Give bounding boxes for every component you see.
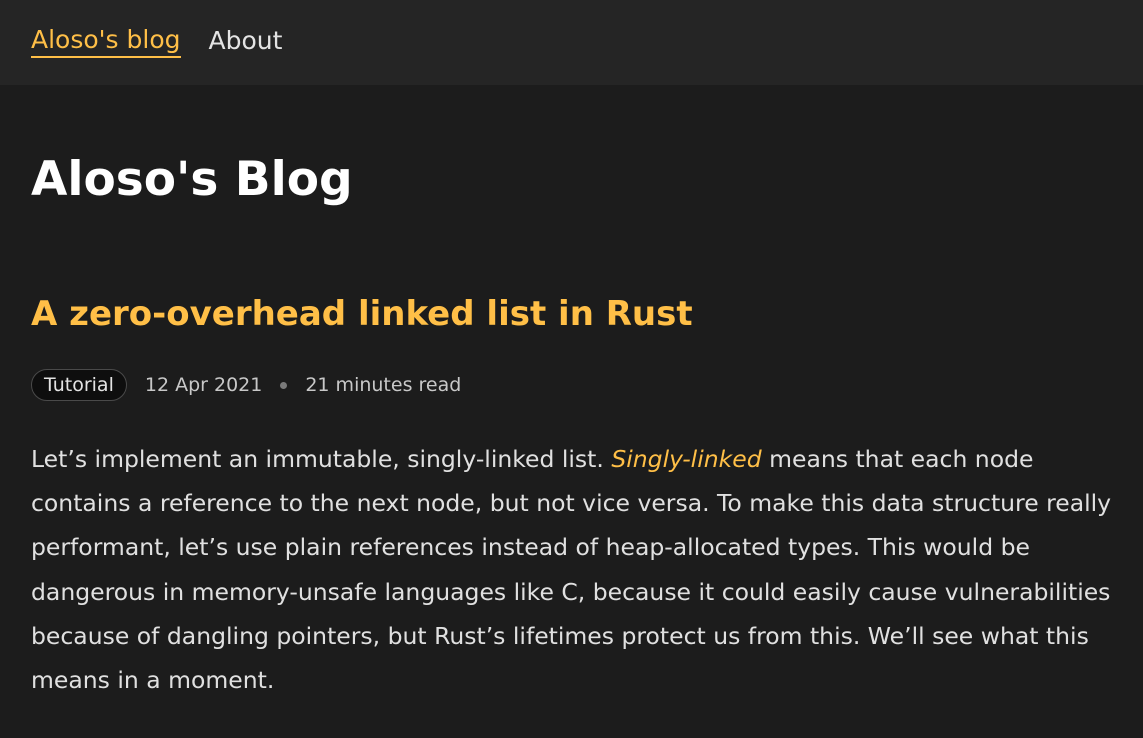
post-intro: Let’s implement an immutable, singly-lin… [31,437,1116,702]
intro-text-start: Let’s implement an immutable, singly-lin… [31,445,604,473]
top-nav: Aloso's blog About [0,0,1143,85]
intro-emphasis: Singly-linked [611,445,762,473]
post-tag[interactable]: Tutorial [31,369,127,401]
page-title: Aloso's Blog [31,152,353,207]
post-date: 12 Apr 2021 [144,374,263,396]
post-title-link[interactable]: A zero-overhead linked list in Rust [31,292,693,336]
post-read-time: 21 minutes read [305,374,462,396]
nav-about-link[interactable]: About [209,28,283,57]
post-meta: Tutorial 12 Apr 2021 21 minutes read [31,369,461,401]
intro-text-rest: means that each node contains a referenc… [31,445,1112,695]
nav-home-link[interactable]: Aloso's blog [31,27,181,58]
separator-dot-icon [280,381,288,389]
